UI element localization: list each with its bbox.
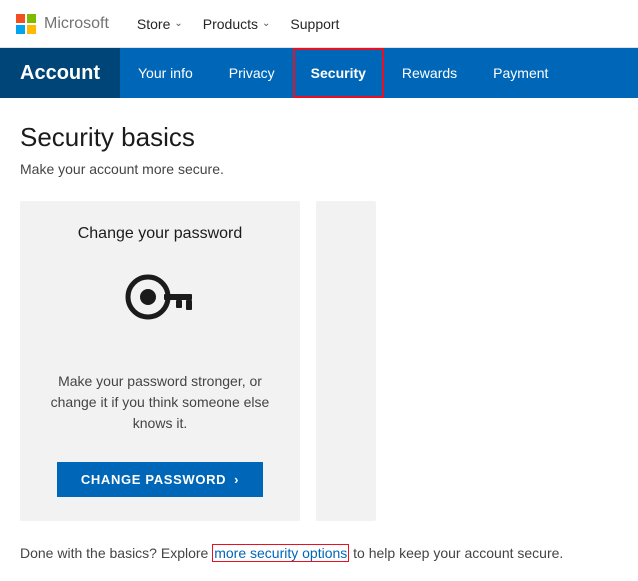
key-icon: [120, 267, 200, 347]
card-title: Change your password: [78, 225, 243, 243]
nav-item-payment[interactable]: Payment: [475, 48, 566, 98]
change-password-card: Change your password Make your password …: [20, 201, 300, 521]
ms-red-square: [16, 14, 25, 23]
store-chevron-icon: ⌄: [174, 18, 182, 29]
change-password-button[interactable]: CHANGE PASSWORD ›: [57, 462, 263, 497]
page-subtitle: Make your account more secure.: [20, 161, 618, 177]
ms-yellow-square: [27, 25, 36, 34]
ms-green-square: [27, 14, 36, 23]
nav-item-privacy[interactable]: Privacy: [211, 48, 293, 98]
card-description: Make your password stronger, or change i…: [40, 371, 280, 434]
ms-logo-grid: [16, 14, 36, 34]
products-chevron-icon: ⌄: [262, 18, 270, 29]
main-content: Security basics Make your account more s…: [0, 98, 638, 581]
top-navigation: Microsoft Store ⌄ Products ⌄ Support: [0, 0, 638, 48]
top-nav-links: Store ⌄ Products ⌄ Support: [129, 12, 622, 36]
microsoft-logo: Microsoft: [16, 14, 109, 34]
more-security-options-link[interactable]: more security options: [212, 544, 349, 562]
support-nav-link[interactable]: Support: [282, 12, 347, 36]
page-title: Security basics: [20, 122, 618, 153]
account-nav-items: Your info Privacy Security Rewards Payme…: [120, 48, 566, 98]
partial-card: [316, 201, 376, 521]
cards-container: Change your password Make your password …: [20, 201, 618, 521]
nav-item-your-info[interactable]: Your info: [120, 48, 211, 98]
microsoft-wordmark: Microsoft: [44, 15, 109, 33]
products-nav-link[interactable]: Products ⌄: [195, 12, 279, 36]
change-password-arrow-icon: ›: [234, 472, 239, 487]
account-navigation: Account Your info Privacy Security Rewar…: [0, 48, 638, 98]
nav-item-security[interactable]: Security: [293, 48, 384, 98]
nav-item-rewards[interactable]: Rewards: [384, 48, 475, 98]
change-password-label: CHANGE PASSWORD: [81, 472, 226, 487]
store-nav-link[interactable]: Store ⌄: [129, 12, 191, 36]
account-nav-title: Account: [0, 48, 120, 98]
ms-blue-square: [16, 25, 25, 34]
